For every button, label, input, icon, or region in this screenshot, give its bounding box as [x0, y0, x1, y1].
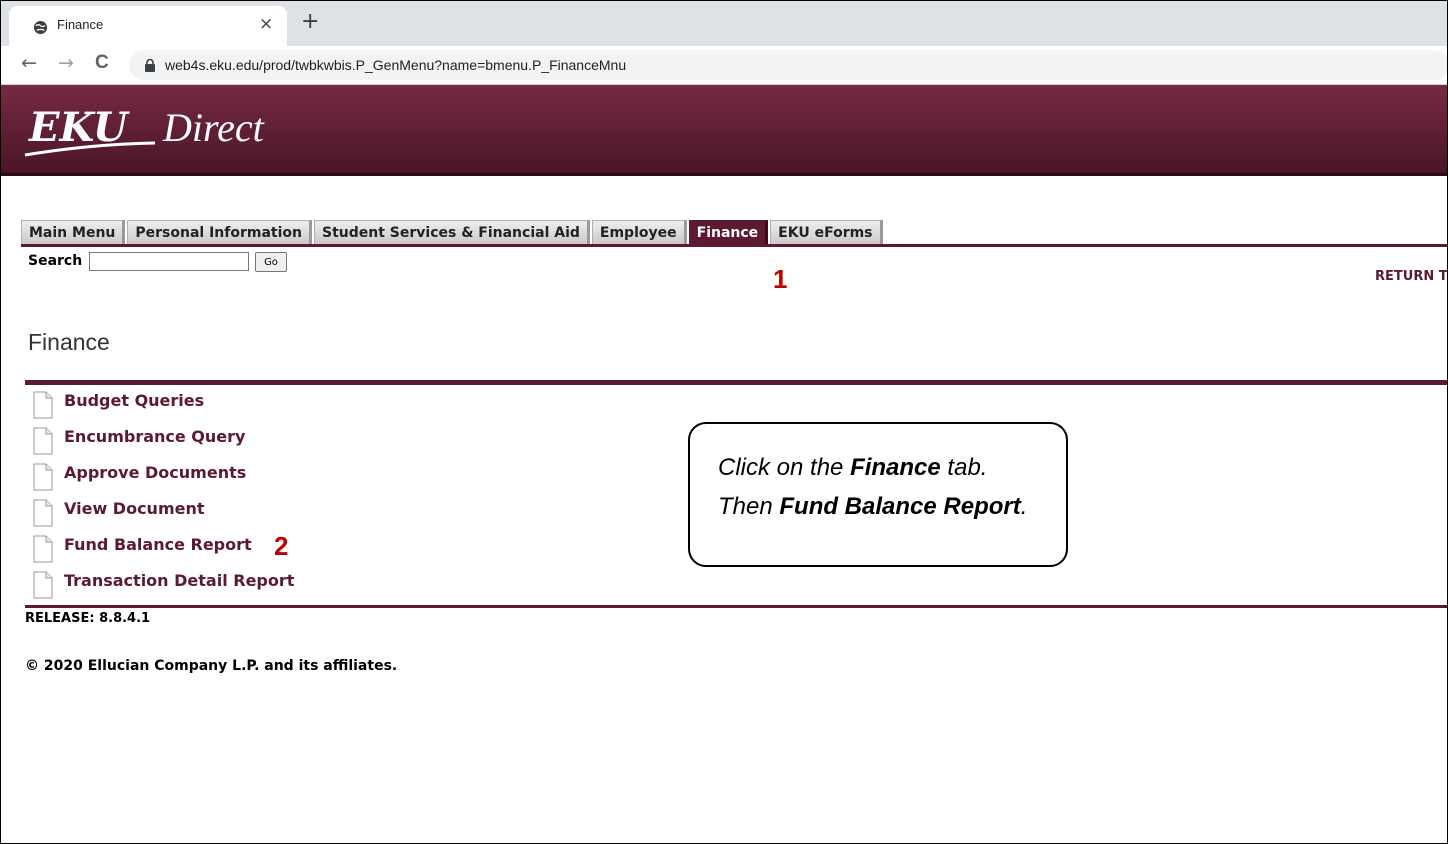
lock-icon — [145, 59, 155, 72]
menu-item-approve-documents: Approve Documents — [33, 463, 294, 499]
document-icon — [33, 427, 53, 455]
tab-finance[interactable]: Finance — [688, 220, 769, 245]
document-icon — [33, 499, 53, 527]
instruction-callout-box: Click on the Finance tab. Then Fund Bala… — [688, 422, 1068, 567]
logo-bold-text: EKU — [28, 104, 130, 151]
tab-student-services-financial-aid[interactable]: Student Services & Financial Aid — [314, 220, 590, 245]
menu-item-encumbrance-query: Encumbrance Query — [33, 427, 294, 463]
menu-link[interactable]: Approve Documents — [64, 463, 246, 483]
finance-menu-list: Budget Queries Encumbrance Query Approve D… — [33, 391, 294, 607]
document-icon — [33, 535, 53, 563]
instruction-line-1: Click on the Finance tab. — [718, 454, 988, 481]
title-rule — [25, 380, 1447, 385]
eku-direct-logo[interactable]: EKU Direct — [23, 101, 323, 161]
main-navigation-tabs: Main Menu Personal Information Student Ser… — [21, 220, 885, 245]
screenshot-frame: Finance × + ← → C web4s.eku.edu/prod/twb… — [0, 0, 1448, 844]
search-input[interactable] — [89, 252, 249, 271]
browser-tab[interactable]: Finance × — [9, 6, 287, 46]
document-icon — [33, 463, 53, 491]
return-to-link[interactable]: RETURN T — [1375, 269, 1447, 284]
copyright-notice: © 2020 Ellucian Company L.P. and its aff… — [25, 658, 398, 674]
page-title: Finance — [28, 329, 110, 355]
globe-icon — [33, 20, 48, 35]
reload-icon[interactable]: C — [95, 52, 109, 74]
menu-item-budget-queries: Budget Queries — [33, 391, 294, 427]
step-1-callout: 1 — [773, 264, 788, 294]
browser-toolbar: ← → C web4s.eku.edu/prod/twbkwbis.P_GenM… — [1, 46, 1447, 85]
tab-personal-information[interactable]: Personal Information — [127, 220, 312, 245]
menu-link[interactable]: Transaction Detail Report — [64, 571, 294, 591]
menu-link[interactable]: View Document — [64, 499, 205, 519]
step-2-callout: 2 — [274, 531, 289, 561]
menu-link[interactable]: Fund Balance Report — [64, 535, 252, 555]
document-icon — [33, 571, 53, 599]
release-version: RELEASE: 8.8.4.1 — [25, 611, 151, 626]
tab-main-menu[interactable]: Main Menu — [21, 220, 126, 245]
forward-icon[interactable]: → — [58, 52, 74, 74]
logo-light-text: Direct — [162, 105, 265, 150]
instruction-line-2: Then Fund Balance Report. — [718, 493, 1028, 520]
url-text: web4s.eku.edu/prod/twbkwbis.P_GenMenu?na… — [165, 57, 627, 73]
site-banner: EKU Direct — [1, 85, 1447, 176]
new-tab-icon[interactable]: + — [301, 11, 319, 33]
back-icon[interactable]: ← — [21, 52, 37, 74]
address-bar[interactable]: web4s.eku.edu/prod/twbkwbis.P_GenMenu?na… — [129, 50, 1447, 80]
menu-link[interactable]: Encumbrance Query — [64, 427, 245, 447]
document-icon — [33, 391, 53, 419]
menu-item-fund-balance-report: Fund Balance Report — [33, 535, 294, 571]
browser-tab-strip: Finance × + — [1, 1, 1447, 46]
menu-item-view-document: View Document — [33, 499, 294, 535]
menu-link[interactable]: Budget Queries — [64, 391, 204, 411]
menu-item-transaction-detail-report: Transaction Detail Report — [33, 571, 294, 607]
close-tab-icon[interactable]: × — [259, 14, 273, 34]
go-button[interactable]: Go — [255, 252, 287, 272]
tab-divider-line — [21, 244, 1447, 247]
footer-rule — [25, 605, 1447, 608]
search-label: Search — [28, 253, 83, 269]
browser-tab-title: Finance — [57, 17, 104, 32]
tab-employee[interactable]: Employee — [591, 220, 687, 245]
tab-eku-eforms[interactable]: EKU eForms — [770, 220, 883, 245]
